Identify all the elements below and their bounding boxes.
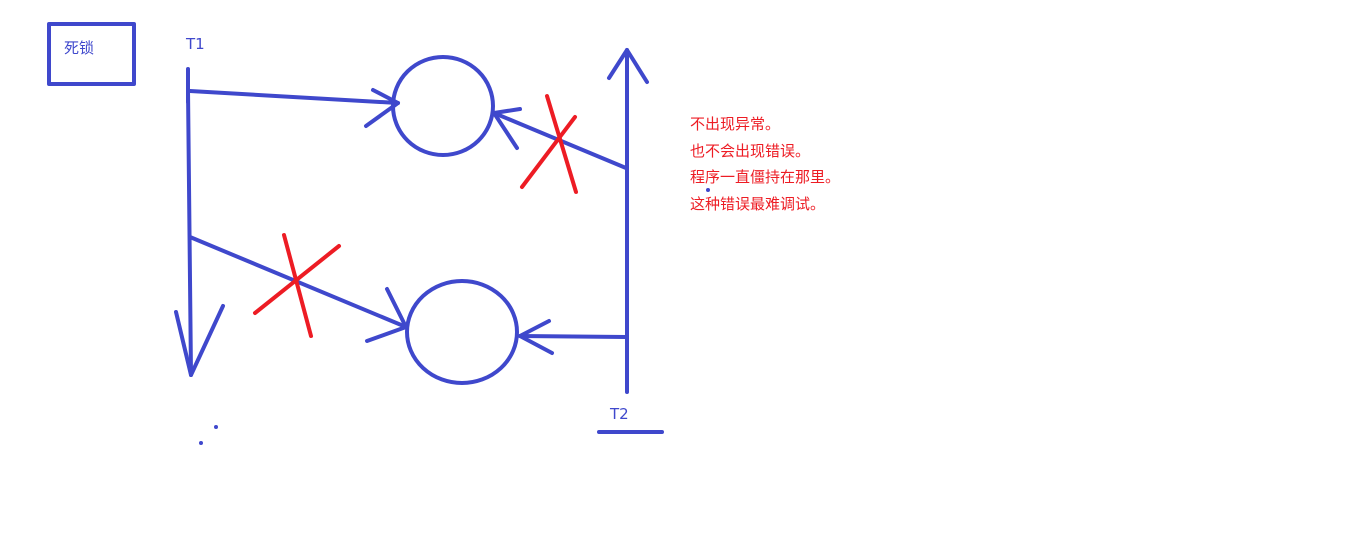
note-line: 这种错误最难调试。 — [690, 195, 825, 213]
note-line: 程序一直僵持在那里。 — [690, 168, 840, 186]
thread-t2-label: T2 — [609, 405, 629, 423]
note-line: 也不会出现错误。 — [690, 142, 810, 160]
thread-t1-timeline — [186, 88, 193, 377]
stray-dots — [199, 188, 710, 445]
thread-t1: T1 — [174, 35, 225, 377]
title-box-text: 死锁 — [64, 39, 94, 57]
deadlock-diagram: 死锁 T1 T2 不出现异常。 也不会出现错误。 程序一直僵持在那里。 这种错误… — [47, 22, 840, 445]
title-box: 死锁 — [47, 22, 136, 86]
t1-to-top-resource-arrow — [188, 88, 400, 128]
deadlock-notes: 不出现异常。 也不会出现错误。 程序一直僵持在那里。 这种错误最难调试。 — [690, 115, 840, 213]
note-line: 不出现异常。 — [690, 115, 780, 133]
blocked-cross-bottom — [253, 233, 341, 338]
thread-t2: T2 — [597, 48, 664, 434]
t2-to-bottom-resource-arrow — [518, 319, 628, 355]
thread-t1-timeline-arrowhead — [174, 304, 225, 377]
resource-top — [391, 55, 495, 157]
thread-t1-label: T1 — [185, 35, 205, 53]
resource-bottom — [405, 279, 519, 385]
